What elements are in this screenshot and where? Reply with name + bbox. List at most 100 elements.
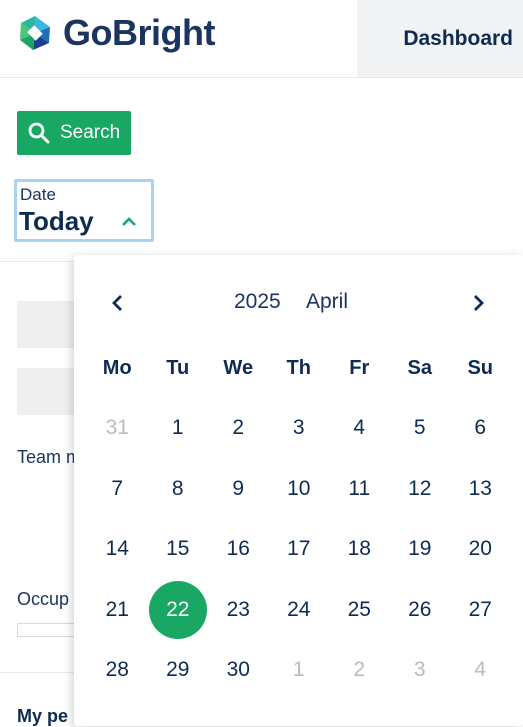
calendar-day[interactable]: 28 — [87, 640, 148, 701]
calendar-day-label: 21 — [105, 597, 129, 621]
calendar-day[interactable]: 2 — [329, 640, 390, 701]
calendar-day-label: 19 — [408, 537, 432, 561]
calendar-day-label: 7 — [111, 476, 124, 500]
calendar-day[interactable]: 26 — [390, 580, 451, 641]
calendar-day[interactable]: 30 — [208, 640, 269, 701]
calendar-day[interactable]: 21 — [87, 580, 148, 641]
calendar-day-label: 11 — [348, 476, 371, 500]
calendar-day[interactable]: 1 — [148, 398, 209, 459]
brand-name: GoBright — [63, 12, 215, 53]
calendar-day[interactable]: 5 — [390, 398, 451, 459]
calendar-day[interactable]: 4 — [450, 640, 511, 701]
calendar-day[interactable]: 24 — [269, 580, 330, 641]
calendar-day-label: 4 — [353, 416, 366, 440]
calendar-day[interactable]: 12 — [390, 459, 451, 520]
calendar-day-label: 18 — [347, 537, 371, 561]
search-button-label: Search — [60, 122, 121, 143]
calendar-day[interactable]: 10 — [269, 459, 330, 520]
calendar-month[interactable]: April — [306, 290, 348, 314]
calendar-day-label: 20 — [468, 537, 492, 561]
tab-dashboard-label: Dashboard — [403, 26, 513, 50]
weekday-header: Tu — [166, 356, 190, 379]
calendar-day-label: 14 — [105, 537, 129, 561]
date-field-label: Date — [20, 185, 56, 204]
calendar-day[interactable]: 16 — [208, 519, 269, 580]
calendar-day-label: 1 — [292, 658, 305, 682]
search-icon — [28, 122, 50, 144]
calendar-day-label: 6 — [474, 416, 487, 440]
calendar-day-label: 2 — [353, 658, 366, 682]
calendar-day-label: 25 — [347, 597, 371, 621]
calendar-day[interactable]: 6 — [450, 398, 511, 459]
calendar-day-label: 28 — [105, 658, 129, 682]
next-month-button[interactable] — [462, 287, 494, 319]
calendar-day[interactable]: 9 — [208, 459, 269, 520]
calendar-day[interactable]: 14 — [87, 519, 148, 580]
calendar-day-label: 5 — [413, 416, 426, 440]
calendar-day-label: 30 — [226, 658, 250, 682]
calendar-day[interactable]: 1 — [269, 640, 330, 701]
calendar-day[interactable]: 18 — [329, 519, 390, 580]
calendar-day[interactable]: 23 — [208, 580, 269, 641]
weekday-header: Sa — [407, 356, 432, 379]
weekday-header: Fr — [349, 356, 370, 379]
calendar-year[interactable]: 2025 — [234, 290, 281, 314]
weekday-header: We — [223, 356, 254, 379]
occupancy-label: Occup — [17, 589, 70, 609]
date-select[interactable]: Date Today — [14, 179, 154, 242]
calendar-day[interactable]: 20 — [450, 519, 511, 580]
calendar-day[interactable]: 11 — [329, 459, 390, 520]
calendar-day-label: 1 — [171, 416, 184, 440]
calendar-day[interactable]: 2 — [208, 398, 269, 459]
calendar-day-label: 26 — [408, 597, 432, 621]
calendar-day[interactable]: 13 — [450, 459, 511, 520]
calendar-day[interactable]: 31 — [87, 398, 148, 459]
calendar-day[interactable]: 25 — [329, 580, 390, 641]
calendar-day-label: 31 — [105, 416, 129, 440]
previous-month-button[interactable] — [102, 287, 134, 319]
calendar-day-label: 15 — [166, 537, 190, 561]
calendar-day[interactable]: 7 — [87, 459, 148, 520]
tab-dashboard[interactable]: Dashboard — [357, 0, 523, 77]
search-button[interactable]: Search — [17, 111, 131, 155]
calendar-day[interactable]: 3 — [269, 398, 330, 459]
calendar-day-label: 29 — [166, 658, 190, 682]
my-section-heading: My pe — [17, 706, 69, 726]
calendar-day-label: 3 — [292, 416, 305, 440]
date-field-value: Today — [19, 206, 94, 236]
calendar-day-label: 24 — [287, 597, 311, 621]
calendar-popover: 2025 April Mo Tu We Th Fr Sa Su 31 1 2 3 4 5 6 7 8 9 10 11… — [74, 255, 523, 726]
app-header: GoBright Dashboard — [0, 0, 523, 78]
weekday-header: Mo — [102, 356, 132, 379]
calendar-day-label: 17 — [287, 537, 311, 561]
calendar-day[interactable]: 19 — [390, 519, 451, 580]
calendar-grid: Mo Tu We Th Fr Sa Su 31 1 2 3 4 5 6 7 8 9 10 11 12 13 14 15 16 1… — [87, 338, 511, 701]
calendar-day-label: 23 — [226, 597, 250, 621]
calendar-day-label: 13 — [468, 476, 492, 500]
calendar-day[interactable]: 4 — [329, 398, 390, 459]
brand-logo[interactable]: GoBright — [15, 12, 215, 54]
weekday-header: Th — [286, 356, 311, 379]
calendar-day-label: 3 — [413, 658, 426, 682]
calendar-day-label: 4 — [474, 658, 487, 682]
weekday-header: Su — [467, 356, 494, 379]
calendar-day-label: 2 — [232, 416, 245, 440]
calendar-day-label: 10 — [287, 476, 311, 500]
calendar-day[interactable]: 8 — [148, 459, 209, 520]
calendar-day-label: 9 — [232, 476, 245, 500]
calendar-day-selected[interactable]: 22 — [148, 580, 209, 641]
calendar-day-label: 16 — [226, 537, 250, 561]
calendar-day[interactable]: 17 — [269, 519, 330, 580]
chevron-right-icon — [474, 295, 484, 311]
calendar-day-label: 22 — [148, 580, 207, 639]
calendar-day-label: 8 — [171, 476, 184, 500]
calendar-day[interactable]: 29 — [148, 640, 209, 701]
calendar-day[interactable]: 27 — [450, 580, 511, 641]
gobright-logo-icon — [20, 16, 50, 50]
calendar-day[interactable]: 3 — [390, 640, 451, 701]
chevron-left-icon — [112, 295, 122, 311]
calendar-day[interactable]: 15 — [148, 519, 209, 580]
team-section-label: Team m — [17, 447, 82, 467]
calendar-day-label: 12 — [408, 476, 432, 500]
calendar-day-label: 27 — [468, 597, 492, 621]
